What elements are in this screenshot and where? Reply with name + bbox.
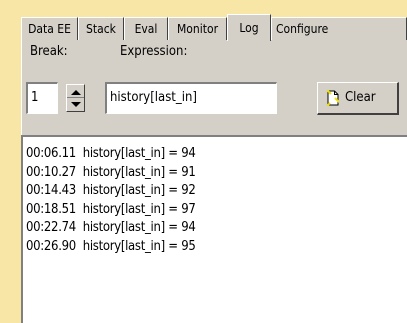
spinner-down-button[interactable] (67, 97, 84, 111)
expression-input[interactable]: history[last_in] (105, 82, 277, 114)
tab-strip: Data EE Stack Eval Monitor Log Configure (21, 14, 407, 41)
tab-data-ee[interactable]: Data EE (21, 17, 78, 40)
log-output[interactable]: 00:06.11 history[last_in] = 94 00:10.27 … (21, 135, 407, 323)
break-label: Break: (30, 44, 68, 59)
arrow-up-icon (70, 90, 81, 95)
clear-button-label: Clear (345, 90, 376, 105)
log-line: 00:18.51 history[last_in] = 97 (26, 201, 196, 217)
log-line: 00:14.43 history[last_in] = 92 (26, 183, 196, 199)
expression-label: Expression: (120, 44, 188, 59)
tab-configure[interactable]: Configure (271, 17, 407, 40)
tab-monitor[interactable]: Monitor (168, 17, 227, 40)
break-spinner[interactable] (66, 84, 85, 112)
log-line: 00:22.74 history[last_in] = 94 (26, 220, 196, 236)
log-line: 00:10.27 history[last_in] = 91 (26, 164, 196, 180)
tab-log[interactable]: Log (227, 14, 271, 41)
log-line: 00:06.11 history[last_in] = 94 (26, 146, 196, 161)
break-input[interactable]: 1 (26, 82, 58, 114)
arrow-down-icon (70, 102, 81, 107)
clear-button[interactable]: Clear (317, 82, 399, 115)
tab-stack[interactable]: Stack (78, 17, 124, 40)
log-line: 00:26.90 history[last_in] = 95 (26, 238, 196, 254)
window-background (0, 0, 16, 323)
clear-document-icon (327, 90, 339, 106)
tab-eval[interactable]: Eval (124, 17, 168, 40)
